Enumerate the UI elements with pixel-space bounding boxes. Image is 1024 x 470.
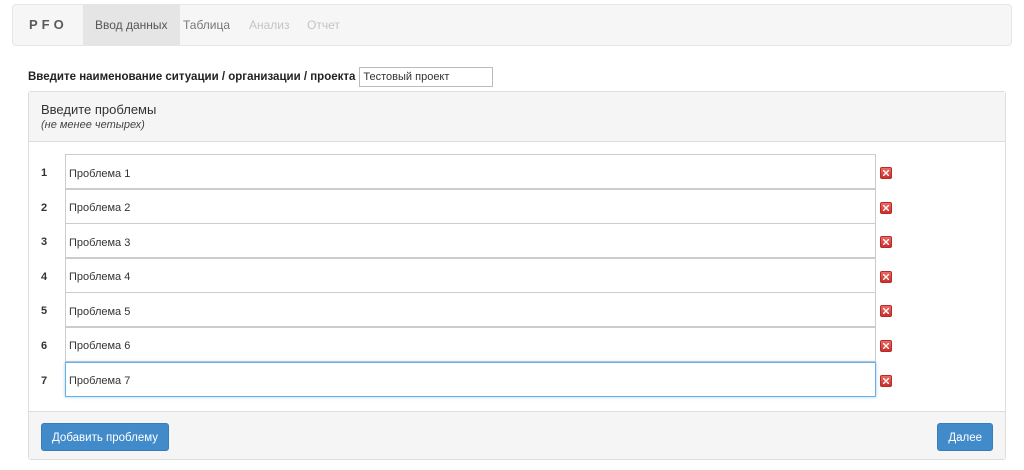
problem-row: 4 [29, 257, 1005, 293]
problem-number: 3 [41, 236, 48, 249]
panel-footer: Добавить проблему Далее [29, 411, 1005, 459]
delete-x-icon[interactable] [880, 339, 892, 352]
tab-data-input[interactable]: Ввод данных [83, 5, 180, 45]
problem-number: 2 [41, 201, 48, 214]
problem-input[interactable] [65, 292, 876, 328]
tab-table[interactable]: Таблица [171, 5, 242, 45]
problem-list: 1 2 3 4 5 6 7 [29, 154, 1005, 397]
delete-x-icon[interactable] [880, 270, 892, 283]
top-navbar: PFO Ввод данных Таблица Анализ Отчет [12, 4, 1012, 46]
panel-title: Введите проблемы [41, 102, 157, 117]
problem-input[interactable] [65, 257, 876, 293]
delete-x-icon[interactable] [880, 374, 892, 387]
panel-subtitle: (не менее четырех) [41, 119, 145, 131]
delete-x-icon[interactable] [880, 236, 892, 249]
problem-row: 3 [29, 223, 1005, 259]
delete-x-icon[interactable] [880, 201, 892, 214]
problem-row: 6 [29, 326, 1005, 362]
problem-input[interactable] [65, 326, 876, 362]
delete-x-icon[interactable] [880, 167, 892, 179]
project-name-label: Введите наименование ситуации / организа… [28, 71, 356, 83]
next-button[interactable]: Далее [937, 423, 993, 451]
problem-number: 4 [41, 270, 48, 283]
tab-report: Отчет [307, 18, 340, 32]
tab-analysis: Анализ [249, 18, 290, 32]
problem-number: 5 [41, 305, 48, 318]
brand-logo[interactable]: PFO [29, 5, 68, 45]
problem-input[interactable] [65, 361, 876, 397]
problems-panel: Введите проблемы (не менее четырех) 1 2 … [28, 91, 1006, 460]
problem-number: 6 [41, 339, 48, 352]
problem-number: 1 [41, 167, 48, 179]
problem-input[interactable] [65, 154, 876, 189]
delete-x-icon[interactable] [880, 305, 892, 318]
problem-number: 7 [41, 374, 48, 387]
problem-row: 2 [29, 188, 1005, 224]
panel-heading: Введите проблемы (не менее четырех) [29, 92, 1005, 142]
add-problem-button[interactable]: Добавить проблему [41, 423, 169, 451]
problem-row: 5 [29, 292, 1005, 328]
problem-input[interactable] [65, 188, 876, 224]
problem-input[interactable] [65, 223, 876, 259]
project-name-input[interactable] [359, 67, 494, 87]
problem-row: 1 [29, 154, 1005, 189]
problem-row: 7 [29, 361, 1005, 397]
project-name-row: Введите наименование ситуации / организа… [28, 67, 494, 87]
